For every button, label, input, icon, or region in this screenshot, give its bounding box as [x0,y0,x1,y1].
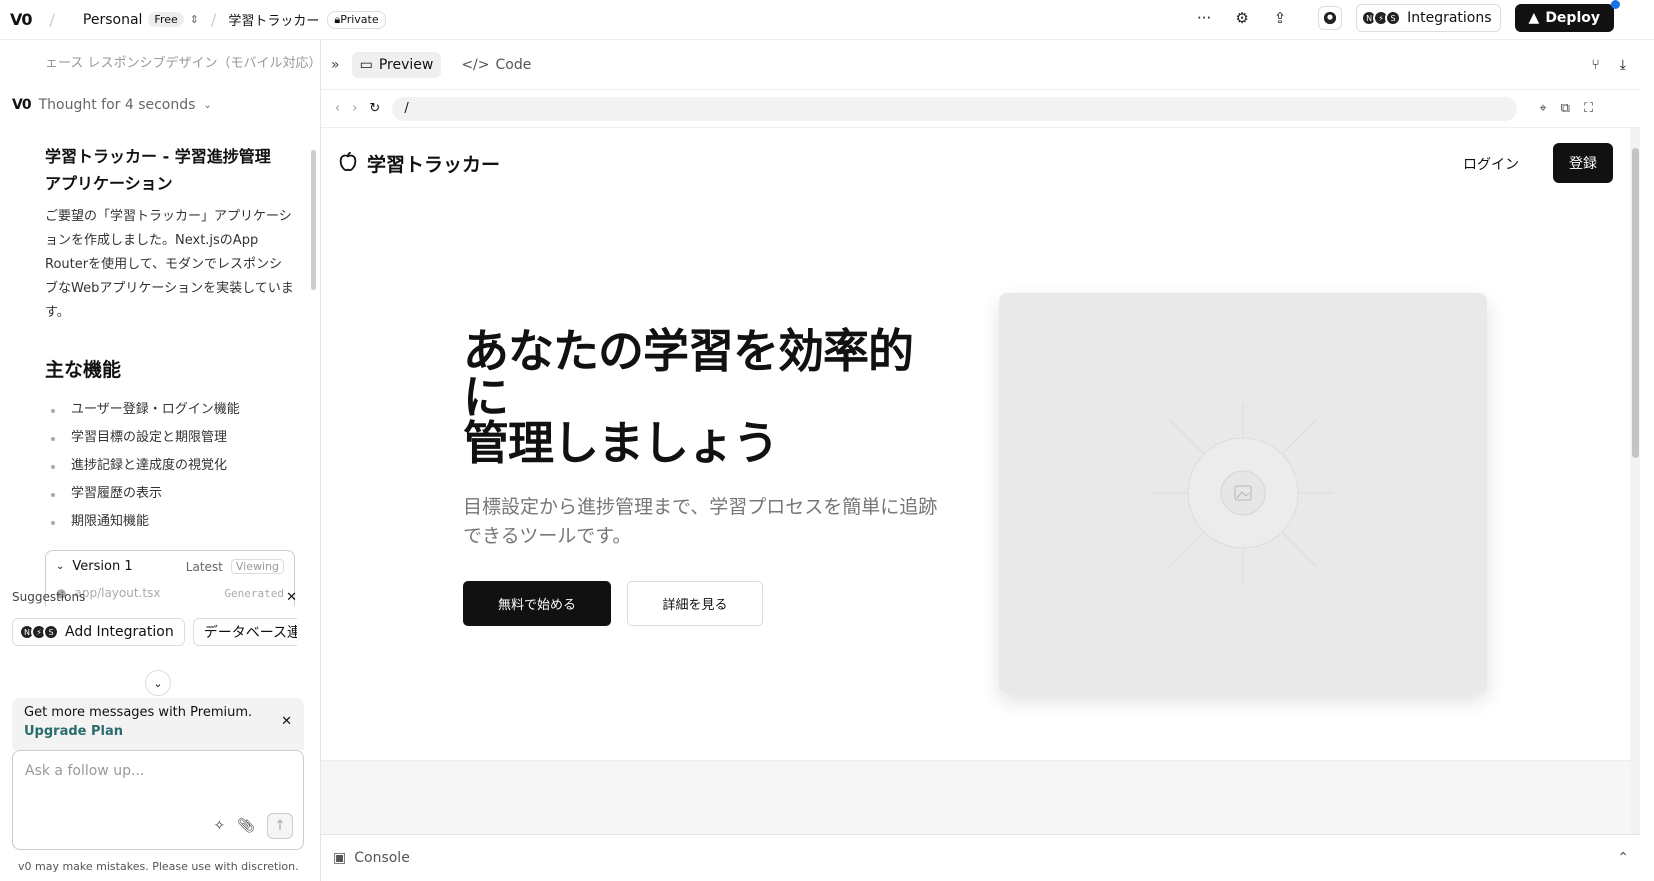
site-next-section [321,760,1633,834]
deploy-button[interactable]: ▲ Deploy [1514,0,1621,32]
database-suggestion-chip[interactable]: データベース連携の [192,618,297,646]
input-placeholder: Ask a follow up... [25,763,145,779]
refresh-icon[interactable]: ↻ [369,101,380,116]
tab-code[interactable]: </> Code [453,52,539,78]
apple-icon [337,150,359,177]
code-icon: </> [461,56,490,73]
breadcrumb-separator: / [49,10,55,29]
list-item: ユーザー登録・ログイン機能 [45,396,320,424]
visibility-badge[interactable]: 🔒︎Private [327,10,386,29]
latest-label: Latest [185,559,223,574]
learn-more-button[interactable]: 詳細を見る [627,581,763,626]
login-link[interactable]: ログイン [1463,154,1519,174]
integration-icons: N ⚡ S [1361,10,1402,26]
arrow-up-icon: ↑ [274,818,286,834]
integrations-button[interactable]: N ⚡ S Integrations [1356,4,1501,32]
preview-scrollbar[interactable] [1630,128,1640,834]
list-item: 学習目標の設定と期限管理 [45,424,320,452]
premium-banner: Get more messages with Premium. Upgrade … [12,698,304,750]
chevron-down-icon: ⌄ [203,99,212,111]
preview-tabs: » ▭ Preview </> Code ⑂ ⤓ [321,40,1640,90]
integration-icons: N ⚡ S [19,624,59,640]
close-icon[interactable]: ✕ [281,714,292,729]
url-input[interactable]: / [392,96,1518,121]
select-element-icon[interactable]: ⌖ [1539,101,1546,116]
chevron-down-icon: ⌄ [153,676,163,690]
add-integration-chip[interactable]: N ⚡ S Add Integration [12,618,185,646]
suggestions-panel: Suggestions ✕ N ⚡ S Add Integration データベース… [12,590,297,646]
workspace-name: Personal [82,11,143,28]
viewing-badge: Viewing [230,559,284,574]
follow-up-input[interactable]: Ask a follow up... ✧ 📎︎ ↑ [12,750,304,850]
version-label: Version 1 [72,559,133,574]
placeholder-image-icon [1153,403,1333,583]
site-brand[interactable]: 学習トラッカー [337,150,500,177]
chat-messages[interactable]: ェース レスポンシブデザイン（モバイル対応） V0 Thought for 4 … [0,40,320,606]
preview-panel: » ▭ Preview </> Code ⑂ ⤓ ‹ › ↻ / ⌖ ⧉ ⛶ 学… [320,40,1641,881]
chevrons-up-icon[interactable]: ⌃ [1617,850,1629,866]
open-new-window-icon[interactable]: ⧉ [1561,101,1570,116]
start-free-button[interactable]: 無料で始める [463,581,611,626]
send-button[interactable]: ↑ [267,813,293,839]
response-paragraph: ご要望の「学習トラッカー」アプリケーションを作成しました。Next.jsのApp… [45,209,294,320]
suggestion-chips: N⚡S Add Integration データベース連携の [12,618,297,646]
github-icon[interactable] [1318,6,1343,30]
browser-window-icon: ▭ [359,56,373,73]
share-icon[interactable]: ⇪ [1268,6,1292,30]
hero-subtitle: 目標設定から進捗管理まで、学習プロセスを簡単に追跡できるツールです。 [463,496,938,547]
register-button[interactable]: 登録 [1553,143,1613,183]
chevron-down-icon[interactable]: ⌄ [56,561,64,572]
suggestions-label: Suggestions [12,590,86,604]
collapse-sidebar-icon[interactable]: » [331,57,340,73]
project-name[interactable]: 学習トラッカー [228,10,319,29]
upgrade-plan-link[interactable]: Upgrade Plan [24,724,292,739]
site-preview: 学習トラッカー ログイン 登録 あなたの学習を効率的に 管理しましょう 目標設定… [321,128,1633,760]
url-bar: ‹ › ↻ / ⌖ ⧉ ⛶ [321,90,1640,128]
download-icon[interactable]: ⤓ [1620,57,1626,73]
image-placeholder [999,293,1487,693]
terminal-icon: ▣ [333,850,347,866]
chat-scrollbar[interactable] [311,150,316,290]
features-heading: 主な機能 [45,359,122,381]
v0-logo[interactable]: V0 [10,10,32,29]
forward-icon[interactable]: › [352,101,357,116]
features-list: ユーザー登録・ログイン機能 学習目標の設定と期限管理 進捗記録と達成度の視覚化 … [45,396,320,536]
breadcrumb-separator: / [210,10,217,29]
fullscreen-icon[interactable]: ⛶ [1584,101,1593,116]
back-icon[interactable]: ‹ [335,101,340,116]
triangle-icon: ▲ [1528,10,1540,26]
premium-text: Get more messages with Premium. [24,705,253,720]
chevron-updown-icon: ⇕ [189,13,199,26]
console-bar[interactable]: ▣ Console ⌃ [321,834,1641,881]
hero-title: あなたの学習を効率的に 管理しましょう [463,324,914,470]
top-bar: V0 / Personal Free ⇕ / 学習トラッカー 🔒︎Private… [0,0,1654,40]
faded-message-line: ェース レスポンシブデザイン（モバイル対応） [45,56,320,71]
gear-icon[interactable]: ⚙ [1230,6,1254,30]
scroll-thumb[interactable] [1632,148,1639,458]
disclaimer: v0 may make mistakes. Please use with di… [18,860,299,873]
scroll-down-button[interactable]: ⌄ [145,670,171,696]
branch-icon[interactable]: ⑂ [1591,57,1599,73]
tab-preview[interactable]: ▭ Preview [351,51,442,78]
plan-badge: Free [148,12,184,27]
paperclip-icon[interactable]: 📎︎ [237,818,255,834]
close-icon[interactable]: ✕ [286,590,297,605]
thought-toggle[interactable]: V0 Thought for 4 seconds ⌄ [12,97,320,113]
list-item: 学習履歴の表示 [45,480,320,508]
list-item: 進捗記録と達成度の視覚化 [45,452,320,480]
v0-avatar-icon: V0 [12,97,32,113]
response-heading: 学習トラッカー - 学習進捗管理アプリケーション [45,147,271,193]
sparkle-icon[interactable]: ✧ [213,818,225,834]
list-item: 期限通知機能 [45,508,320,536]
more-icon[interactable]: ··· [1192,6,1216,30]
workspace-selector[interactable]: Personal Free ⇕ [83,12,199,28]
